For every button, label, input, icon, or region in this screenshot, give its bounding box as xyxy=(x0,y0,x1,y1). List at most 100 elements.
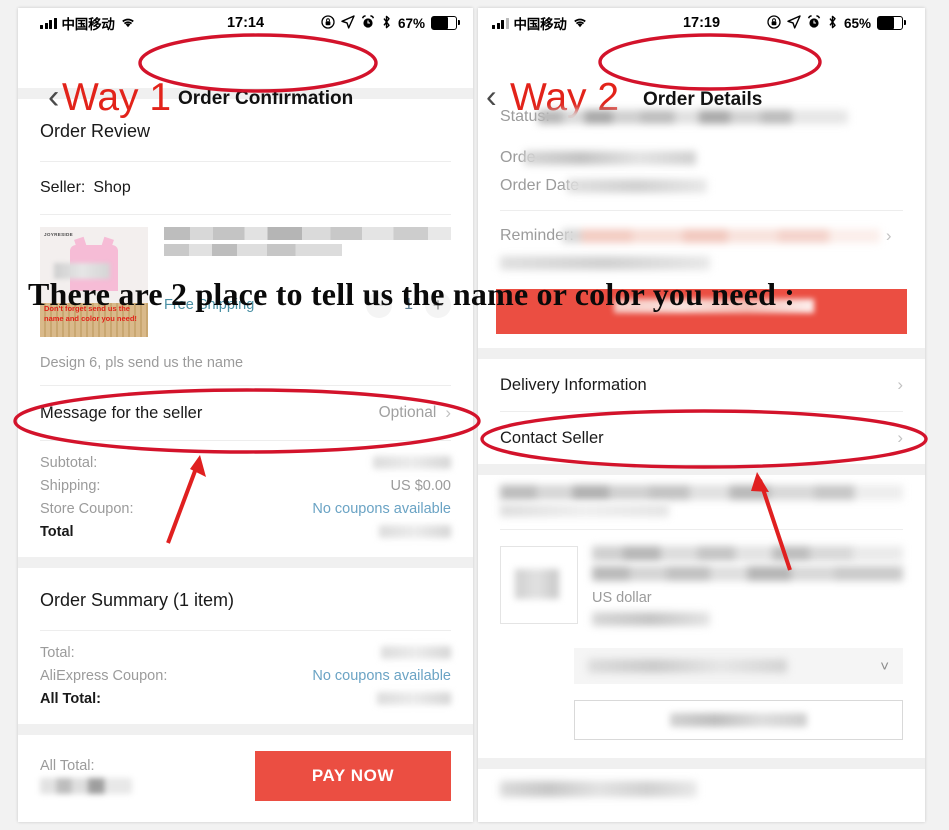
row-label: AliExpress Coupon: xyxy=(40,667,168,684)
row-value-blurred xyxy=(373,456,451,469)
row-label: Total: xyxy=(40,644,75,661)
table-row: Order Date xyxy=(478,172,925,200)
order-item-info: US dollar xyxy=(578,546,903,626)
seller-label: Seller: xyxy=(40,179,86,196)
section-gap xyxy=(18,557,473,568)
page-title: Order Details xyxy=(643,89,763,110)
divider xyxy=(500,210,903,211)
aliexpress-coupon-link[interactable]: No coupons available xyxy=(312,668,451,684)
message-for-seller-value-group: Optional › xyxy=(379,403,451,423)
currency-note-label: US dollar xyxy=(592,590,652,606)
note-text-input-value-blurred xyxy=(669,713,808,727)
section-gap xyxy=(18,724,473,735)
chevron-down-icon: ˅ xyxy=(880,657,889,675)
product-variant-blurred xyxy=(164,244,342,256)
thumbnail-blurred-overlay xyxy=(515,569,559,599)
reminder-second-line-blurred xyxy=(500,256,710,270)
reminder-row-2 xyxy=(478,251,925,275)
all-total-label: All Total: xyxy=(40,758,95,774)
chevron-right-icon: › xyxy=(445,403,451,422)
status-bar-right: 中国移动 17:19 65% xyxy=(478,8,925,38)
row-value-blurred xyxy=(377,692,451,705)
annotation-headline: There are 2 place to tell us the name or… xyxy=(28,276,796,312)
message-for-seller-row[interactable]: Message for the seller Optional › xyxy=(18,386,473,440)
design-note-text: Design 6, pls send us the name xyxy=(40,355,244,371)
reminder-row[interactable]: Reminder: › xyxy=(478,221,925,251)
table-row[interactable]: Store Coupon: No coupons available xyxy=(40,497,451,520)
delivery-information-row[interactable]: Delivery Information › xyxy=(478,359,925,411)
row-value-blurred xyxy=(379,525,451,538)
status-bar-right-group: 67% xyxy=(321,15,460,31)
status-value-blurred xyxy=(537,110,848,124)
screenshot-stage: 中国移动 17:14 67% ‹ Way 1 Order Confirmatio… xyxy=(0,0,949,830)
row-label: All Total: xyxy=(40,690,101,707)
variant-select-value-blurred xyxy=(588,659,787,673)
reminder-value-blurred xyxy=(561,229,880,243)
nav-bar-right: ‹ Way 2 Order Details xyxy=(478,38,925,117)
chevron-left-icon[interactable]: ‹ xyxy=(48,80,59,114)
footer-blurred-text xyxy=(500,781,697,797)
order-summary-card: Order Summary (1 item) Total: AliExpress… xyxy=(18,568,473,724)
section-gap xyxy=(478,464,925,475)
seller-name: Shop xyxy=(93,179,131,196)
thumbnail-caption-line-2: name and color you need! xyxy=(44,313,137,323)
chevron-left-icon[interactable]: ‹ xyxy=(486,80,497,112)
contact-seller-row[interactable]: Contact Seller › xyxy=(478,412,925,464)
delivery-information-label: Delivery Information xyxy=(500,375,647,394)
order-summary-title: Order Summary (1 item) xyxy=(40,590,235,610)
table-row: Shipping: US $0.00 xyxy=(40,474,451,497)
table-row: Total: xyxy=(40,641,451,664)
battery-percent-label: 65% xyxy=(843,15,871,31)
order-item-row[interactable]: US dollar xyxy=(478,530,925,636)
table-row: All Total: xyxy=(40,687,451,710)
store-name-row[interactable] xyxy=(478,475,925,529)
table-row: Total xyxy=(40,520,451,543)
product-title-blurred xyxy=(164,227,451,240)
row-label: Subtotal: xyxy=(40,454,98,471)
thumbnail-brand-label: JOYRESIDE xyxy=(44,232,73,237)
row-label: Total xyxy=(40,523,74,540)
order-date-value-blurred xyxy=(567,179,708,193)
note-text-input[interactable] xyxy=(574,700,903,740)
bluetooth-icon xyxy=(827,15,838,31)
battery-percent-label: 67% xyxy=(397,15,425,31)
alarm-clock-icon xyxy=(361,15,375,31)
location-arrow-icon xyxy=(787,15,801,31)
order-item-qty-blurred xyxy=(592,612,711,626)
pay-bar-total: All Total: xyxy=(40,758,132,794)
order-item-title-blurred xyxy=(592,546,903,561)
nav-bar-left: ‹ Way 1 Order Confirmation xyxy=(18,38,473,117)
seller-row[interactable]: Seller: Shop xyxy=(18,162,473,214)
store-totals-list: Subtotal: Shipping: US $0.00 Store Coupo… xyxy=(18,441,473,557)
store-sub-blurred xyxy=(500,504,670,517)
pay-bar: All Total: PAY NOW xyxy=(18,735,473,819)
row-value: US $0.00 xyxy=(390,477,451,494)
table-row[interactable]: AliExpress Coupon: No coupons available xyxy=(40,664,451,687)
section-gap xyxy=(478,348,925,359)
way-1-annotation-label: Way 1 xyxy=(62,76,172,119)
phone-screenshot-way-1: 中国移动 17:14 67% ‹ Way 1 Order Confirmatio… xyxy=(18,8,473,822)
order-item-thumbnail[interactable] xyxy=(500,546,578,624)
order-summary-list: Total: AliExpress Coupon: No coupons ava… xyxy=(18,631,473,724)
battery-icon xyxy=(877,16,906,30)
message-for-seller-label: Message for the seller xyxy=(40,403,203,422)
order-review-card: Order Review Seller: Shop JOYRESIDE Don't… xyxy=(18,99,473,557)
table-row: Subtotal: xyxy=(40,451,451,474)
row-label: Store Coupon: xyxy=(40,500,134,517)
alarm-clock-icon xyxy=(807,15,821,31)
order-item-variant-blurred xyxy=(592,566,903,581)
contact-seller-label: Contact Seller xyxy=(500,428,604,447)
pay-now-button[interactable]: PAY NOW xyxy=(255,751,451,801)
chevron-right-icon: › xyxy=(897,428,903,447)
row-label: Shipping: xyxy=(40,477,101,494)
location-arrow-icon xyxy=(341,15,355,31)
variant-select[interactable]: ˅ xyxy=(574,648,903,684)
store-coupon-link[interactable]: No coupons available xyxy=(312,501,451,517)
row-value-blurred xyxy=(381,646,451,659)
chevron-right-icon: › xyxy=(885,226,892,245)
rotation-lock-icon xyxy=(321,15,335,31)
table-row: Orde xyxy=(478,144,925,172)
page-title: Order Confirmation xyxy=(178,88,354,109)
all-total-amount-blurred xyxy=(40,778,132,794)
section-gap xyxy=(478,758,925,769)
